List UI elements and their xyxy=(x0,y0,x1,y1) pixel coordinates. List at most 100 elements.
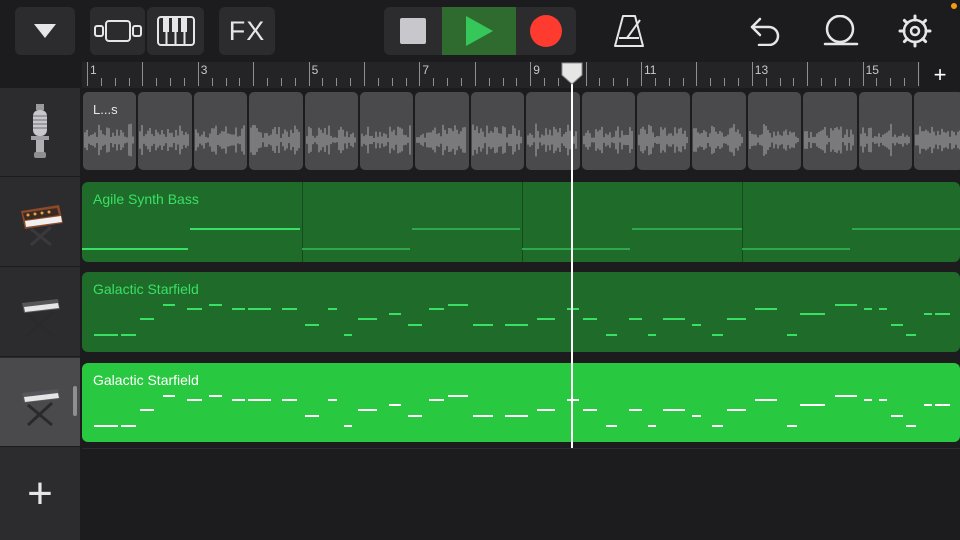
ruler-tick xyxy=(100,78,102,86)
audio-region[interactable]: L...s xyxy=(82,88,960,174)
fx-button[interactable]: FX xyxy=(219,7,275,55)
midi-note xyxy=(755,399,777,401)
midi-note xyxy=(248,399,271,401)
ruler-tick xyxy=(627,78,629,86)
audio-segment xyxy=(304,92,358,170)
midi-note xyxy=(606,425,617,427)
midi-note xyxy=(209,395,222,397)
ruler-tick xyxy=(474,62,476,86)
metronome-button[interactable] xyxy=(605,7,653,55)
ruler-tick xyxy=(267,78,269,86)
playhead-handle[interactable] xyxy=(560,62,584,91)
midi-note xyxy=(94,425,118,427)
ruler-tick xyxy=(350,78,352,86)
ruler-tick xyxy=(502,78,504,86)
midi-note xyxy=(408,415,422,417)
audio-segment xyxy=(637,92,691,170)
midi-note xyxy=(864,308,872,310)
midi-note xyxy=(787,425,797,427)
headers-scroll-indicator[interactable] xyxy=(73,386,77,416)
ruler-tick xyxy=(904,78,906,86)
midi-note xyxy=(906,334,916,336)
midi-note xyxy=(852,228,960,230)
track-header-audio[interactable] xyxy=(0,88,80,177)
track-header-galactic-starfield-1[interactable] xyxy=(0,268,80,357)
waveform xyxy=(693,124,743,156)
ruler-tick xyxy=(807,62,809,86)
ruler-tick xyxy=(336,78,338,86)
ruler-tick xyxy=(876,78,878,86)
ruler-tick xyxy=(516,78,518,86)
record-icon xyxy=(530,15,562,47)
ruler-tick xyxy=(530,62,532,86)
ruler-tick xyxy=(170,78,172,86)
waveform xyxy=(305,125,356,155)
midi-note xyxy=(891,415,903,417)
loop-icon xyxy=(823,15,859,46)
waveform xyxy=(139,125,189,155)
undo-icon xyxy=(750,17,780,46)
midi-note xyxy=(209,304,222,306)
ruler-tick xyxy=(197,62,199,86)
midi-note xyxy=(742,248,850,250)
undo-button[interactable] xyxy=(743,7,787,55)
waveform xyxy=(804,126,854,154)
loop-divider xyxy=(522,182,523,262)
midi-region-galactic-starfield-2[interactable]: Galactic Starfield xyxy=(82,363,960,442)
midi-note xyxy=(755,308,777,310)
midi-note xyxy=(473,415,493,417)
ruler-bar-number: 7 xyxy=(422,63,430,77)
ruler-tick xyxy=(239,78,241,86)
midi-note xyxy=(800,404,825,406)
stop-button[interactable] xyxy=(384,7,442,55)
midi-region-galactic-starfield-1[interactable]: Galactic Starfield xyxy=(82,272,960,352)
region-label: Agile Synth Bass xyxy=(93,191,199,207)
loop-button[interactable] xyxy=(818,7,862,55)
region-label: Galactic Starfield xyxy=(93,281,199,297)
settings-button[interactable] xyxy=(893,7,937,55)
midi-note xyxy=(389,404,401,406)
midi-note xyxy=(140,318,154,320)
waveform xyxy=(638,124,688,156)
midi-note xyxy=(648,334,656,336)
ruler-tick xyxy=(834,78,836,86)
midi-note xyxy=(248,308,271,310)
midi-note xyxy=(663,409,685,411)
timeline-ruler[interactable]: 1 3 5 7 9 11 13 15 xyxy=(82,62,960,89)
region-label: L...s xyxy=(93,102,118,117)
play-button[interactable] xyxy=(442,7,516,55)
midi-note xyxy=(629,318,642,320)
ruler-tick xyxy=(751,62,753,86)
waveform xyxy=(250,124,300,156)
ruler-tick xyxy=(779,78,781,86)
audio-segment xyxy=(249,92,303,170)
midi-note xyxy=(924,313,932,315)
track-header-galactic-starfield-2[interactable] xyxy=(0,358,80,447)
ruler-tick xyxy=(114,78,116,86)
midi-note xyxy=(692,415,701,417)
midi-region-synth-bass[interactable]: Agile Synth Bass xyxy=(82,182,960,262)
tracks-view-button[interactable] xyxy=(90,7,145,55)
keyboard-button[interactable] xyxy=(147,7,204,55)
ruler-tick xyxy=(488,78,490,86)
midi-note xyxy=(505,324,528,326)
midi-note xyxy=(82,248,188,250)
ruler-tick xyxy=(848,78,850,86)
midi-note xyxy=(140,409,154,411)
waveform xyxy=(416,124,466,156)
ruler-tick xyxy=(405,78,407,86)
metronome-icon xyxy=(614,15,644,47)
ruler-tick xyxy=(308,62,310,86)
ruler-bar-number: 5 xyxy=(311,63,319,77)
waveform xyxy=(915,126,960,154)
add-section-button[interactable]: + xyxy=(920,62,960,88)
midi-note xyxy=(891,324,903,326)
browser-button[interactable] xyxy=(15,7,75,55)
midi-note xyxy=(302,248,410,250)
ruler-tick xyxy=(391,78,393,86)
midi-note xyxy=(408,324,422,326)
add-track-button[interactable]: + xyxy=(0,448,80,540)
record-button[interactable] xyxy=(516,7,576,55)
ruler-tick xyxy=(183,78,185,86)
track-header-synth-bass[interactable] xyxy=(0,178,80,267)
